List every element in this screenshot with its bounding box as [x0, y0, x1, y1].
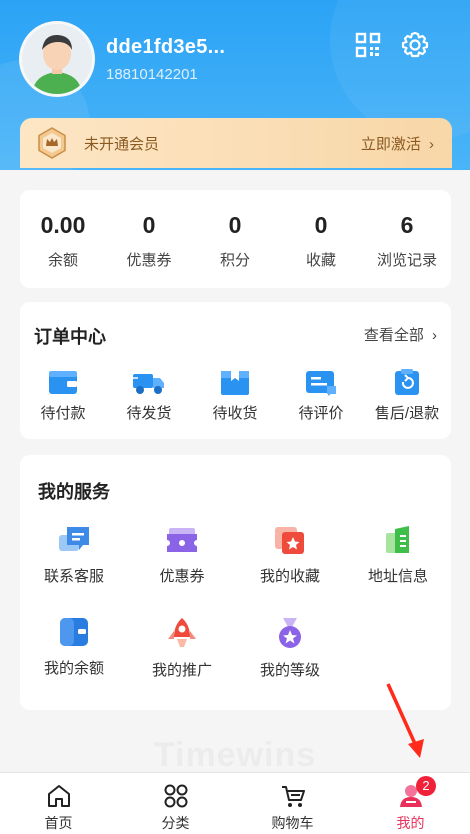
service-address[interactable]: 地址信息 [344, 525, 452, 586]
coupon-icon [167, 528, 197, 552]
stat-coupons[interactable]: 0 优惠券 [106, 190, 192, 270]
order-center-title: 订单中心 [34, 327, 106, 347]
order-label: 待评价 [298, 405, 344, 422]
service-label: 我的收藏 [259, 568, 320, 585]
service-promotion[interactable]: 我的推广 [128, 617, 236, 680]
stat-points[interactable]: 0 积分 [192, 190, 278, 270]
chevron-right-icon: › [432, 327, 437, 344]
order-label: 待付款 [40, 405, 86, 422]
truck-icon [132, 374, 164, 394]
view-all-label: 查看全部 [363, 327, 424, 344]
my-services-title: 我的服务 [38, 482, 110, 502]
order-after-sales[interactable]: 售后/退款 [364, 368, 450, 423]
stat-label: 收藏 [305, 252, 336, 269]
stat-label: 优惠券 [126, 252, 172, 269]
avatar[interactable] [19, 21, 95, 97]
stat-value: 0.00 [40, 212, 86, 238]
rocket-icon [168, 618, 196, 647]
service-contact-support[interactable]: 联系客服 [20, 525, 128, 586]
address-icon [386, 526, 409, 553]
balance-icon [60, 618, 88, 646]
service-label: 我的余额 [43, 660, 104, 677]
cart-icon [281, 786, 305, 807]
service-label: 地址信息 [367, 568, 428, 585]
crown-badge-icon [38, 127, 66, 159]
my-services-card: 我的服务 联系客服 优惠券 我的收藏 地址信息 我的余额 我的推广 我的等级 [20, 455, 451, 710]
stat-value: 6 [400, 212, 414, 238]
order-pending-shipment[interactable]: 待发货 [106, 368, 192, 423]
stat-label: 余额 [47, 252, 78, 269]
tab-category[interactable]: 分类 [117, 773, 234, 834]
service-label: 联系客服 [43, 568, 104, 585]
stat-value: 0 [314, 212, 328, 238]
username: dde1fd3e5... [106, 36, 226, 58]
stat-value: 0 [228, 212, 242, 238]
notification-badge: 2 [416, 776, 436, 796]
stat-label: 浏览记录 [376, 252, 437, 269]
service-label: 我的推广 [151, 662, 212, 679]
order-pending-review[interactable]: 待评价 [278, 368, 364, 423]
qr-code-icon[interactable] [355, 32, 381, 58]
home-icon [47, 785, 70, 807]
stat-favorites[interactable]: 0 收藏 [278, 190, 364, 270]
service-favorites[interactable]: 我的收藏 [236, 525, 344, 586]
phone-number: 18810142201 [106, 66, 198, 83]
favorite-icon [275, 527, 304, 554]
medal-icon [279, 618, 301, 648]
vip-status-text: 未开通会员 [84, 136, 160, 153]
tab-home[interactable]: 首页 [0, 773, 117, 834]
order-label: 售后/退款 [374, 405, 440, 422]
tab-label: 首页 [44, 815, 73, 831]
bottom-tab-bar: 首页 分类 购物车 我的 2 [0, 772, 470, 834]
stat-history[interactable]: 6 浏览记录 [364, 190, 450, 270]
service-level[interactable]: 我的等级 [236, 617, 344, 680]
package-icon [221, 371, 249, 395]
category-icon [164, 784, 187, 808]
stat-label: 积分 [219, 252, 250, 269]
review-icon [306, 371, 336, 396]
service-label: 我的等级 [259, 662, 320, 679]
order-label: 待发货 [126, 405, 172, 422]
stats-card: 0.00 余额 0 优惠券 0 积分 0 收藏 6 浏览记录 [20, 190, 451, 288]
service-coupons[interactable]: 优惠券 [128, 525, 236, 586]
tab-label: 购物车 [271, 815, 314, 831]
tab-label: 我的 [396, 815, 425, 831]
service-label: 优惠券 [159, 568, 205, 585]
vip-banner[interactable]: 未开通会员 立即激活 › [20, 118, 452, 168]
gear-icon[interactable] [400, 30, 430, 60]
stat-value: 0 [142, 212, 156, 238]
chat-icon [59, 527, 89, 551]
chevron-right-icon: › [429, 136, 434, 153]
tab-label: 分类 [161, 815, 190, 831]
order-center-card: 订单中心 查看全部 › 待付款 待发货 待收货 待评价 售后/退款 [20, 302, 451, 439]
order-pending-payment[interactable]: 待付款 [20, 368, 106, 423]
watermark-logo: Timewins [153, 736, 317, 774]
vip-activate-link[interactable]: 立即激活 › [361, 133, 434, 154]
service-balance[interactable]: 我的余额 [20, 617, 128, 678]
tab-mine[interactable]: 我的 2 [352, 773, 469, 834]
stat-balance[interactable]: 0.00 余额 [20, 190, 106, 270]
refund-icon [395, 369, 419, 395]
order-label: 待收货 [212, 405, 258, 422]
order-pending-receipt[interactable]: 待收货 [192, 368, 278, 423]
wallet-icon [49, 371, 77, 394]
tab-cart[interactable]: 购物车 [234, 773, 351, 834]
view-all-orders-link[interactable]: 查看全部 › [364, 324, 437, 345]
vip-activate-label: 立即激活 [360, 136, 421, 153]
